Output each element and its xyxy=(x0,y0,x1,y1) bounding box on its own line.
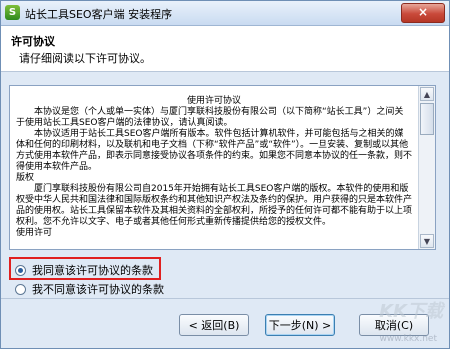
license-paragraph: 本协议是您（个人或单一实体）与厦门享联科技股份有限公司（以下简称“站长工具”）之… xyxy=(16,107,404,128)
accept-label[interactable]: 我同意该许可协议的条款 xyxy=(32,262,153,278)
license-paragraph: 本协议适用于站长工具SEO客户端所有版本。软件包括计算机软件，并可能包括与之相关… xyxy=(16,129,413,172)
license-heading: 使用许可协议 xyxy=(186,96,241,106)
scroll-thumb[interactable] xyxy=(420,103,434,135)
page-subtitle: 请仔细阅读以下许可协议。 xyxy=(19,52,151,65)
scroll-down-arrow-icon[interactable]: ▼ xyxy=(420,234,434,248)
page-header: 许可协议 请仔细阅读以下许可协议。 xyxy=(1,26,449,72)
watermark-logo: KK下载 xyxy=(379,301,443,322)
decline-radio-option[interactable]: 我不同意该许可协议的条款 xyxy=(15,281,164,297)
license-section-heading: 使用许可 xyxy=(16,228,53,238)
next-button[interactable]: 下一步(N) > xyxy=(265,314,335,336)
window-title: 站长工具SEO客户端 安装程序 xyxy=(25,8,173,21)
accept-radio[interactable] xyxy=(15,264,26,276)
license-section-heading: 版权 xyxy=(16,173,35,183)
decline-label[interactable]: 我不同意该许可协议的条款 xyxy=(32,281,164,297)
page-title: 许可协议 xyxy=(11,35,55,48)
accept-radio-option[interactable]: 我同意该许可协议的条款 xyxy=(15,262,153,278)
scroll-up-arrow-icon[interactable]: ▲ xyxy=(420,87,434,101)
installer-window: S 站长工具SEO客户端 安装程序 × 许可协议 请仔细阅读以下许可协议。 使用… xyxy=(0,0,450,349)
decline-radio[interactable] xyxy=(15,283,26,295)
license-text: 使用许可协议 本协议是您（个人或单一实体）与厦门享联科技股份有限公司（以下简称“… xyxy=(16,96,412,239)
watermark-url: www.kkx.net xyxy=(379,334,438,344)
license-paragraph: 厦门享联科技股份有限公司自2015年开始拥有站长工具SEO客户端的版权。本软件的… xyxy=(16,184,413,227)
app-icon: S xyxy=(5,5,20,20)
license-textbox[interactable]: 使用许可协议 本协议是您（个人或单一实体）与厦门享联科技股份有限公司（以下简称“… xyxy=(9,85,436,250)
title-bar[interactable]: S 站长工具SEO客户端 安装程序 × xyxy=(1,1,449,26)
back-button[interactable]: < 返回(B) xyxy=(179,314,249,336)
close-button[interactable]: × xyxy=(401,3,445,23)
vertical-scrollbar[interactable]: ▲ ▼ xyxy=(418,86,435,249)
